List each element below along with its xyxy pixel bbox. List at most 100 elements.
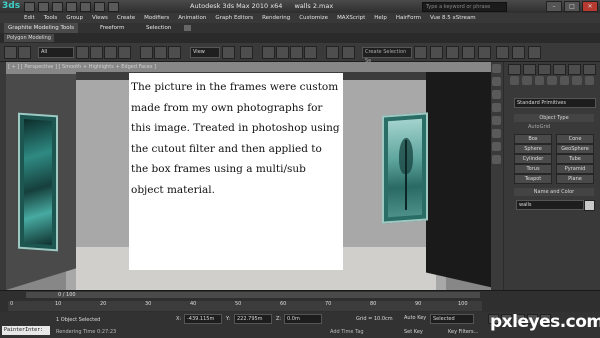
close-button[interactable]: ✕: [582, 1, 598, 12]
left-picture-frame[interactable]: [18, 112, 58, 252]
autogrid-checkbox[interactable]: AutoGrid: [528, 124, 550, 130]
key-filters-button[interactable]: Key Filters...: [448, 329, 478, 335]
edit-named-selection-icon[interactable]: [326, 46, 339, 59]
rotate-icon[interactable]: [154, 46, 167, 59]
material-editor-icon[interactable]: [478, 46, 491, 59]
lights-icon[interactable]: [534, 76, 545, 85]
menu-views[interactable]: Views: [92, 13, 108, 23]
new-file-icon[interactable]: [24, 2, 35, 12]
orbit-icon[interactable]: [492, 64, 501, 73]
maximize-viewport-icon[interactable]: [492, 142, 501, 151]
menu-create[interactable]: Create: [117, 13, 135, 23]
minimize-button[interactable]: –: [546, 1, 562, 12]
track-bar[interactable]: 0 10 20 30 40 50 60 70 80 90 100: [8, 301, 482, 311]
tube-button[interactable]: Tube: [556, 154, 594, 164]
move-icon[interactable]: [140, 46, 153, 59]
pyramid-button[interactable]: Pyramid: [556, 164, 594, 174]
tab-freeform[interactable]: Freeform: [96, 23, 129, 33]
sphere-button[interactable]: Sphere: [514, 144, 552, 154]
select-manipulate-icon[interactable]: [240, 46, 253, 59]
add-time-tag-button[interactable]: Add Time Tag: [330, 329, 364, 335]
geosphere-button[interactable]: GeoSphere: [556, 144, 594, 154]
undo-icon[interactable]: [4, 46, 17, 59]
scale-icon[interactable]: [168, 46, 181, 59]
pan-icon[interactable]: [492, 77, 501, 86]
shapes-icon[interactable]: [522, 76, 532, 85]
auto-key-button[interactable]: Auto Key: [404, 315, 426, 321]
zoom-all-icon[interactable]: [492, 103, 501, 112]
menu-group[interactable]: Group: [66, 13, 83, 23]
open-file-icon[interactable]: [38, 2, 49, 12]
menu-vue-xstream[interactable]: Vue 8.5 xStream: [430, 13, 476, 23]
zoom-extents-icon[interactable]: [492, 155, 501, 164]
display-tab-icon[interactable]: [568, 64, 581, 75]
tab-graphite-modeling-tools[interactable]: Graphite Modeling Tools: [4, 23, 79, 33]
motion-tab-icon[interactable]: [553, 64, 566, 75]
named-selection-set-dropdown[interactable]: Create Selection Se: [362, 47, 412, 64]
search-input[interactable]: Type a keyword or phrase: [422, 2, 507, 12]
undo-icon[interactable]: [66, 2, 77, 12]
space-warps-icon[interactable]: [572, 76, 582, 85]
align-icon[interactable]: [414, 46, 427, 59]
pivot-center-icon[interactable]: [222, 46, 235, 59]
menu-graph-editors[interactable]: Graph Editors: [215, 13, 253, 23]
select-by-name-icon[interactable]: [90, 46, 103, 59]
y-coordinate-field[interactable]: 222.795m: [234, 314, 272, 324]
menu-rendering[interactable]: Rendering: [262, 13, 290, 23]
select-object-icon[interactable]: [76, 46, 89, 59]
reference-coordinate-dropdown[interactable]: View: [190, 47, 220, 58]
curve-editor-icon[interactable]: [446, 46, 459, 59]
x-coordinate-field[interactable]: -439.115m: [184, 314, 222, 324]
save-icon[interactable]: [52, 2, 63, 12]
set-key-button[interactable]: Set Key: [404, 329, 423, 335]
viewport-label[interactable]: [ + ] [ Perspective ] [ Smooth + Highlig…: [8, 64, 156, 70]
cone-button[interactable]: Cone: [556, 134, 594, 144]
hierarchy-tab-icon[interactable]: [538, 64, 551, 75]
cylinder-button[interactable]: Cylinder: [514, 154, 552, 164]
app-logo-icon[interactable]: 3ds: [2, 1, 22, 12]
menu-edit[interactable]: Edit: [24, 13, 35, 23]
modify-tab-icon[interactable]: [523, 64, 536, 75]
walkthrough-icon[interactable]: [492, 129, 501, 138]
mirror-icon[interactable]: [342, 46, 355, 59]
teapot-button[interactable]: Teapot: [514, 174, 552, 184]
spinner-snap-icon[interactable]: [304, 46, 317, 59]
object-color-swatch[interactable]: [584, 200, 595, 211]
tab-selection[interactable]: Selection: [142, 23, 175, 33]
create-tab-icon[interactable]: [508, 64, 521, 75]
menu-modifiers[interactable]: Modifiers: [144, 13, 169, 23]
render-production-icon[interactable]: [528, 46, 541, 59]
menu-hairform[interactable]: HairForm: [396, 13, 421, 23]
geometry-icon[interactable]: [510, 76, 520, 85]
tab-polygon-modeling[interactable]: Polygon Modeling: [4, 34, 54, 42]
menu-help[interactable]: Help: [374, 13, 387, 23]
primitive-type-dropdown[interactable]: Standard Primitives: [514, 98, 596, 108]
rendered-frame-window-icon[interactable]: [512, 46, 525, 59]
torus-button[interactable]: Torus: [514, 164, 552, 174]
angle-snap-icon[interactable]: [276, 46, 289, 59]
snaps-toggle-icon[interactable]: [262, 46, 275, 59]
redo-icon[interactable]: [80, 2, 91, 12]
layer-manager-icon[interactable]: [430, 46, 443, 59]
key-selection-dropdown[interactable]: Selected: [430, 314, 474, 324]
menu-maxscript[interactable]: MAXScript: [337, 13, 365, 23]
cameras-icon[interactable]: [547, 76, 557, 85]
systems-icon[interactable]: [584, 76, 594, 85]
schematic-view-icon[interactable]: [462, 46, 475, 59]
z-coordinate-field[interactable]: 0.0m: [284, 314, 322, 324]
helpers-icon[interactable]: [559, 76, 570, 85]
box-button[interactable]: Box: [514, 134, 552, 144]
link-icon[interactable]: [18, 46, 31, 59]
percent-snap-icon[interactable]: [290, 46, 303, 59]
menu-animation[interactable]: Animation: [178, 13, 206, 23]
window-crossing-icon[interactable]: [118, 46, 131, 59]
fetch-icon[interactable]: [108, 2, 119, 12]
ribbon-options-icon[interactable]: [184, 25, 191, 31]
plane-button[interactable]: Plane: [556, 174, 594, 184]
maximize-button[interactable]: □: [564, 1, 580, 12]
right-picture-frame[interactable]: [382, 112, 428, 224]
menu-tools[interactable]: Tools: [44, 13, 58, 23]
utilities-tab-icon[interactable]: [583, 64, 596, 75]
selection-region-icon[interactable]: [104, 46, 117, 59]
maxscript-listener-field[interactable]: PainterInter:: [2, 326, 50, 335]
